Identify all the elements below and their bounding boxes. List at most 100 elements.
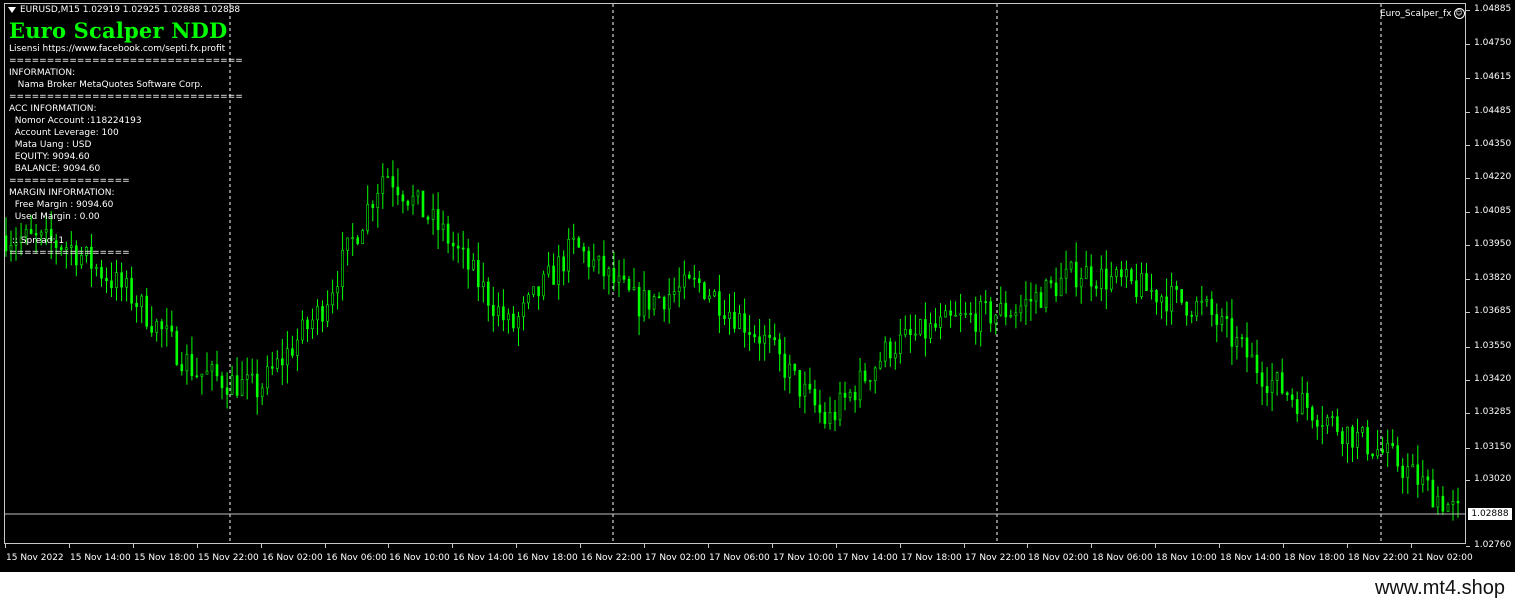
candle: [642, 271, 646, 322]
chevron-down-icon[interactable]: [8, 6, 16, 13]
candle: [1100, 255, 1103, 301]
candle: [507, 308, 510, 334]
candle: [215, 350, 219, 382]
time-tick-mark: [1219, 544, 1220, 548]
candle: [833, 399, 837, 431]
candle: [924, 302, 927, 357]
candle: [1014, 304, 1018, 329]
time-tick-mark: [516, 544, 517, 548]
candle: [1280, 358, 1284, 395]
candle: [964, 302, 967, 319]
candle: [1356, 418, 1359, 459]
candle: [909, 314, 912, 353]
price-tick-label: 1.03285: [1474, 407, 1512, 417]
candle: [1110, 261, 1113, 293]
time-tick-label: 16 Nov 22:00: [581, 553, 642, 563]
candle: [577, 236, 581, 248]
candle: [979, 295, 983, 347]
candle: [552, 253, 555, 285]
candle: [1381, 436, 1384, 455]
candle: [180, 352, 184, 376]
price-tick-mark: [1466, 279, 1470, 280]
candle: [421, 190, 425, 218]
price-tick-label: 1.02760: [1474, 540, 1512, 550]
time-tick-label: 17 Nov 06:00: [709, 553, 770, 563]
indicator-label[interactable]: Euro_Scalper_fx ☺: [1380, 8, 1465, 19]
candle: [1245, 322, 1249, 373]
price-tick-mark: [1466, 178, 1470, 179]
candle: [376, 184, 380, 228]
candle: [105, 267, 108, 294]
candle: [311, 308, 314, 339]
price-tick-mark: [1466, 413, 1470, 414]
price-chart[interactable]: EURUSD,M15 1.02919 1.02925 1.02888 1.028…: [0, 0, 1515, 572]
time-tick-mark: [1283, 544, 1284, 548]
ea-info-line: ACC INFORMATION:: [9, 104, 97, 114]
candle: [1044, 278, 1048, 313]
candle: [220, 371, 224, 400]
current-price-label: 1.02888: [1468, 508, 1512, 520]
candle: [336, 271, 339, 310]
candle: [788, 354, 792, 394]
candle: [888, 337, 892, 367]
ea-info-line: BALANCE: 9094.60: [9, 164, 101, 174]
candle: [1135, 263, 1138, 304]
candle: [165, 308, 169, 347]
time-tick-label: 16 Nov 18:00: [517, 553, 578, 563]
candle: [763, 325, 767, 361]
candle: [185, 344, 189, 385]
candle: [537, 286, 540, 310]
price-tick-mark: [1466, 145, 1470, 146]
candle: [878, 351, 882, 370]
candle: [1351, 424, 1354, 462]
time-tick-mark: [261, 544, 262, 548]
candle: [225, 372, 229, 409]
candle: [1079, 267, 1083, 304]
candle: [1456, 487, 1460, 518]
candle: [110, 262, 113, 297]
smiley-icon: ☺: [1453, 8, 1465, 19]
time-tick-label: 15 Nov 22:00: [198, 553, 259, 563]
candle: [622, 258, 626, 284]
candle: [1039, 286, 1043, 309]
candle: [1255, 339, 1259, 384]
candle: [677, 267, 681, 308]
candle: [1225, 301, 1229, 338]
price-tick-mark: [1466, 245, 1470, 246]
candle: [1426, 469, 1430, 491]
candle: [828, 396, 832, 430]
time-tick-mark: [1027, 544, 1028, 548]
candle: [527, 292, 530, 310]
time-tick-label: 21 Nov 02:00: [1412, 553, 1473, 563]
time-tick-mark: [708, 544, 709, 548]
time-tick-mark: [580, 544, 581, 548]
candle: [944, 304, 947, 318]
time-tick-mark: [452, 544, 453, 548]
candle: [1275, 371, 1279, 396]
candle: [547, 251, 550, 278]
candle: [1316, 414, 1319, 440]
time-tick-label: 16 Nov 10:00: [389, 553, 450, 563]
candle: [1371, 453, 1374, 459]
candle: [1069, 260, 1073, 273]
candle: [1115, 266, 1118, 284]
candle: [853, 385, 857, 413]
time-tick-label: 16 Nov 02:00: [262, 553, 323, 563]
candle: [1361, 426, 1364, 438]
candle: [984, 290, 988, 315]
candle: [170, 310, 174, 337]
candle: [883, 336, 887, 368]
candle: [1175, 280, 1178, 303]
candle: [1095, 280, 1098, 297]
candle: [969, 302, 973, 323]
candle: [843, 381, 847, 411]
candle: [974, 296, 978, 345]
time-tick-label: 17 Nov 10:00: [773, 553, 834, 563]
candle: [346, 237, 349, 266]
symbol-header: EURUSD,M15 1.02919 1.02925 1.02888 1.028…: [8, 5, 240, 15]
price-tick-mark: [1466, 380, 1470, 381]
candle: [1064, 250, 1068, 294]
candle: [426, 215, 430, 225]
candle: [1270, 363, 1274, 412]
candle: [723, 300, 726, 325]
